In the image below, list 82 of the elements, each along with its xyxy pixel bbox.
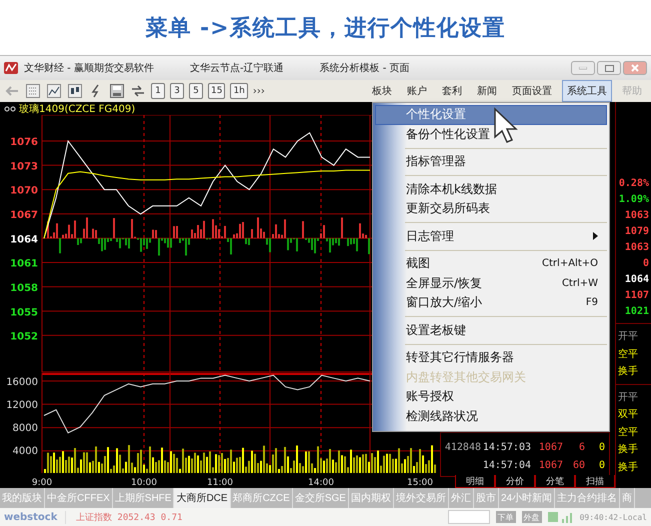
- window-title: 文华云节点-辽宁联通: [190, 62, 284, 75]
- quote-value: 0.28%: [618, 177, 650, 191]
- menu-item[interactable]: 备份个性化设置: [375, 124, 607, 144]
- volume-axis-label: 8000: [12, 423, 38, 434]
- trade-type-label: 空平: [617, 426, 639, 440]
- time-axis-label: 14:00: [308, 478, 334, 488]
- trade-type-label: 双平: [617, 408, 639, 422]
- chart-title: 玻璃1409(CZCE FG409): [19, 102, 136, 116]
- trade-type-label: 空平: [617, 348, 639, 362]
- price-axis-label: 1061: [10, 258, 38, 270]
- trade-type-label: 换手: [617, 460, 639, 474]
- logo: webstock: [4, 512, 58, 522]
- menu-bar-item[interactable]: 页面设置: [507, 80, 557, 102]
- period-button[interactable]: 15: [208, 83, 226, 99]
- time-axis-label: 15:00: [407, 478, 433, 488]
- price-axis-label: 1052: [10, 332, 38, 343]
- table-cell-text: 1067: [538, 460, 563, 470]
- detail-tab[interactable]: 分笔: [535, 475, 575, 488]
- window-title: 系统分析模板 - 页面: [320, 62, 410, 75]
- quote-value: 0: [642, 257, 650, 271]
- quote-value: 1064: [624, 273, 650, 287]
- detail-tab[interactable]: 明细: [455, 475, 495, 488]
- time-axis-label: 11:00: [207, 478, 233, 488]
- price-axis-label: 1055: [10, 307, 38, 318]
- menu-item[interactable]: 日志管理: [375, 226, 607, 246]
- clock: 09:40:42-Local: [580, 512, 647, 522]
- period-button[interactable]: 1h: [230, 83, 248, 99]
- detail-tab[interactable]: 分价: [495, 475, 535, 488]
- price-axis-label: 1073: [10, 161, 38, 172]
- quote-value: 1063: [624, 241, 650, 255]
- volume-axis-label: 4000: [12, 446, 38, 457]
- price-axis-label: 1058: [10, 283, 38, 294]
- volume-axis-label: 12000: [6, 400, 38, 412]
- menu-item[interactable]: 截图 Ctrl+Alt+O: [375, 254, 607, 274]
- menu-item[interactable]: 转登其它行情服务器: [375, 348, 607, 368]
- menu-item[interactable]: 清除本机k线数据: [375, 180, 607, 199]
- market-tab[interactable]: 大商所DCE: [174, 488, 231, 508]
- window-title: 文华财经 - 赢顺期货交易软件: [24, 62, 154, 75]
- quote-value: 1107: [624, 289, 650, 303]
- quote-value: 1079: [624, 225, 650, 239]
- quote-value: 1021: [624, 305, 650, 319]
- table-cell-text: 0: [598, 460, 605, 470]
- time-axis-label: 9:00: [32, 478, 52, 488]
- period-button[interactable]: 5: [189, 83, 203, 99]
- price-axis-label: 1067: [10, 210, 38, 221]
- table-cell-text: 1067: [538, 442, 563, 452]
- menu-item[interactable]: 窗口放大/缩小 F9: [375, 293, 607, 312]
- price-axis-label: 1064: [10, 234, 38, 246]
- trade-type-label: 开平: [617, 330, 639, 344]
- menu-bar-item[interactable]: 板块: [367, 80, 397, 102]
- detail-tab[interactable]: 扫描: [575, 475, 615, 488]
- menu-bar-item[interactable]: 系统工具: [562, 80, 612, 102]
- price-axis-label: 1070: [10, 186, 38, 197]
- trade-type-label: 换手: [617, 364, 639, 379]
- time-axis-label: 10:00: [131, 478, 157, 488]
- menu-item[interactable]: 设置老板键: [375, 320, 607, 340]
- menu-bar-item[interactable]: 账户: [402, 80, 432, 102]
- table-cell-text: 412848: [444, 442, 481, 452]
- quote-value: 1.09%: [618, 193, 650, 207]
- trade-type-label: 开平: [617, 390, 639, 404]
- table-cell-text: 6: [578, 442, 585, 452]
- price-axis-label: 1076: [10, 136, 38, 148]
- index-quote: 上证指数 2052.43 0.71: [65, 510, 442, 524]
- menu-item[interactable]: 个性化设置: [375, 105, 607, 124]
- volume-axis-label: 16000: [6, 377, 38, 388]
- menu-item[interactable]: 账号授权: [375, 387, 607, 406]
- more-button[interactable]: ›››: [252, 86, 265, 96]
- trade-type-label: 换手: [617, 442, 639, 457]
- menu-item[interactable]: 检测线路状况: [375, 406, 607, 426]
- period-button[interactable]: 3: [170, 83, 184, 99]
- quote-value: 1063: [624, 209, 650, 223]
- menu-item[interactable]: 全屏显示/恢复 Ctrl+W: [375, 274, 607, 293]
- table-cell-text: 0: [598, 442, 605, 452]
- period-button[interactable]: 1: [151, 83, 165, 99]
- table-cell-text: 60: [572, 460, 585, 470]
- menu-bar-item[interactable]: 新闻: [472, 80, 502, 102]
- table-cell-text: 14:57:03: [482, 442, 531, 452]
- banner-title: 菜单 ->系统工具，进行个性化设置: [145, 14, 506, 42]
- table-cell-text: 14:57:04: [482, 460, 531, 470]
- menu-item[interactable]: 更新交易所码表: [375, 199, 607, 218]
- menu-bar-item[interactable]: 套利: [437, 80, 467, 102]
- menu-item[interactable]: 指标管理器: [375, 152, 607, 172]
